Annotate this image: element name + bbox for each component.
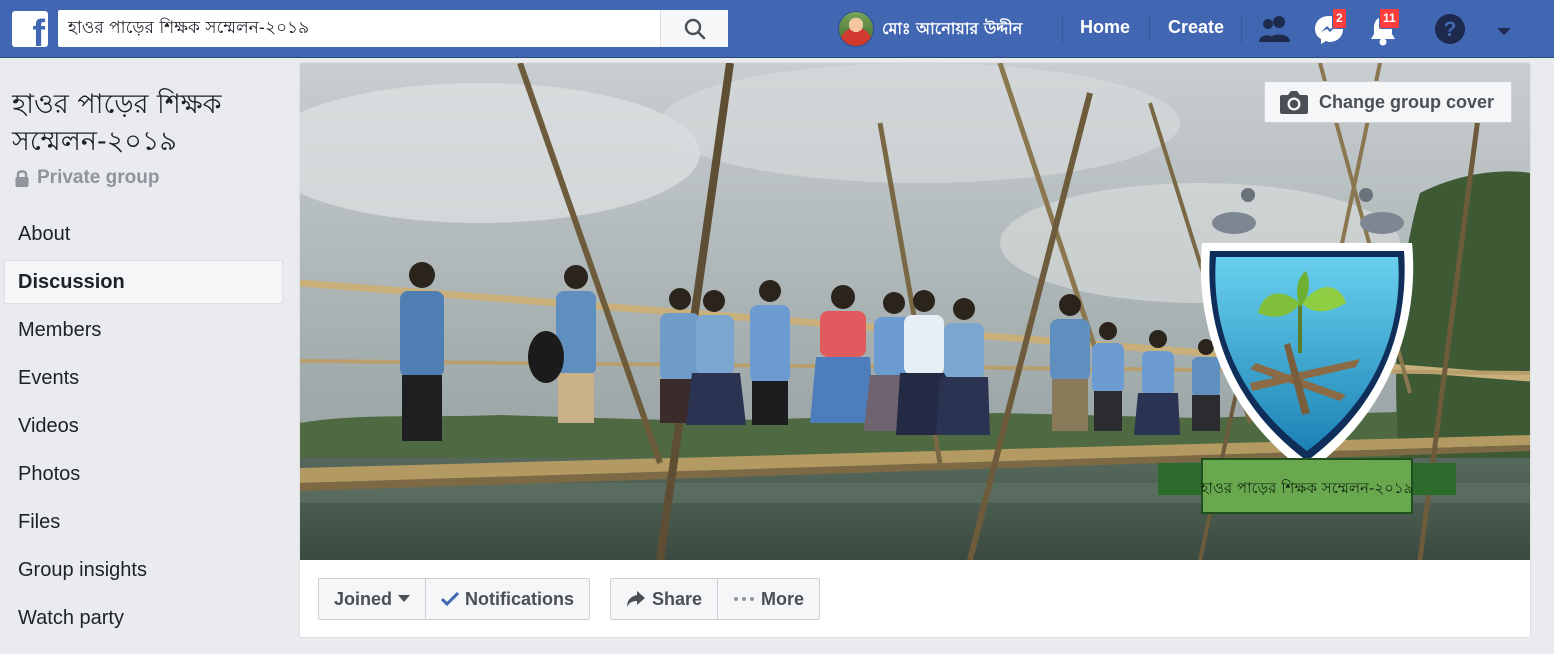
- search-input[interactable]: [58, 10, 658, 47]
- search-icon: [684, 18, 706, 40]
- privacy-label: Private group: [37, 167, 160, 188]
- change-group-cover-button[interactable]: Change group cover: [1264, 81, 1512, 123]
- joined-button[interactable]: Joined: [319, 579, 425, 619]
- search-box: [58, 10, 728, 47]
- notifications-label: Notifications: [465, 588, 575, 609]
- notifications-button[interactable]: Notifications: [425, 579, 589, 619]
- sidebar-item-videos[interactable]: Videos: [4, 404, 283, 448]
- help-icon[interactable]: ?: [1434, 13, 1466, 50]
- search-button[interactable]: [660, 10, 728, 47]
- group-privacy: Private group: [14, 167, 159, 189]
- sidebar-item-group-insights[interactable]: Group insights: [4, 548, 283, 592]
- divider: [1149, 15, 1150, 43]
- emblem-banner-text: হাওর পাড়ের শিক্ষক সম্মেলন-২০১৯: [1200, 479, 1414, 497]
- account-menu-chevron-down-icon[interactable]: [1496, 24, 1512, 42]
- profile-link[interactable]: মোঃ আনোয়ার উদ্দীন: [838, 11, 1022, 47]
- share-button[interactable]: Share: [611, 579, 717, 619]
- home-link[interactable]: Home: [1080, 17, 1130, 38]
- more-button[interactable]: More: [717, 579, 819, 619]
- group-title[interactable]: হাওর পাড়ের শিক্ষক সম্মেলন-২০১৯: [12, 86, 282, 160]
- more-dots-icon: [734, 597, 755, 601]
- sidebar-item-about[interactable]: About: [4, 212, 283, 256]
- sidebar-item-members[interactable]: Members: [4, 308, 283, 352]
- svg-text:?: ?: [1444, 18, 1457, 41]
- caret-down-icon: [398, 595, 411, 602]
- share-arrow-icon: [627, 591, 645, 607]
- membership-actions: Joined Notifications: [318, 578, 591, 620]
- share-more-actions: Share More: [610, 578, 821, 620]
- sidebar-item-watch-party[interactable]: Watch party: [4, 596, 283, 640]
- sidebar-item-events[interactable]: Events: [4, 356, 283, 400]
- sidebar-item-files[interactable]: Files: [4, 500, 283, 544]
- sidebar-item-photos[interactable]: Photos: [4, 452, 283, 496]
- divider: [1062, 15, 1063, 43]
- group-sidebar-nav: About Discussion Members Events Videos P…: [4, 212, 283, 644]
- lock-icon: [15, 169, 29, 187]
- profile-name: মোঃ আনোয়ার উদ্দীন: [882, 18, 1023, 38]
- top-navigation-bar: f মোঃ আনোয়ার উদ্দীন Home Create 2: [0, 0, 1554, 58]
- notifications-badge: 11: [1379, 8, 1400, 29]
- share-label: Share: [652, 588, 703, 609]
- group-cover-card: হাওর পাড়ের শিক্ষক সম্মেলন-২০১৯ Change g…: [299, 62, 1531, 638]
- divider: [1241, 15, 1242, 43]
- joined-label: Joined: [334, 588, 393, 609]
- change-cover-label: Change group cover: [1319, 91, 1495, 112]
- create-link[interactable]: Create: [1168, 17, 1224, 38]
- checkmark-icon: [441, 592, 460, 606]
- sidebar-item-discussion[interactable]: Discussion: [4, 260, 283, 304]
- cover-photo: হাওর পাড়ের শিক্ষক সম্মেলন-২০১৯ Change g…: [300, 63, 1530, 560]
- more-label: More: [761, 588, 805, 609]
- messages-badge: 2: [1332, 8, 1347, 29]
- avatar: [838, 11, 874, 47]
- camera-icon: [1280, 91, 1308, 114]
- facebook-logo-icon[interactable]: f: [12, 11, 48, 47]
- friend-requests-icon[interactable]: [1258, 14, 1292, 49]
